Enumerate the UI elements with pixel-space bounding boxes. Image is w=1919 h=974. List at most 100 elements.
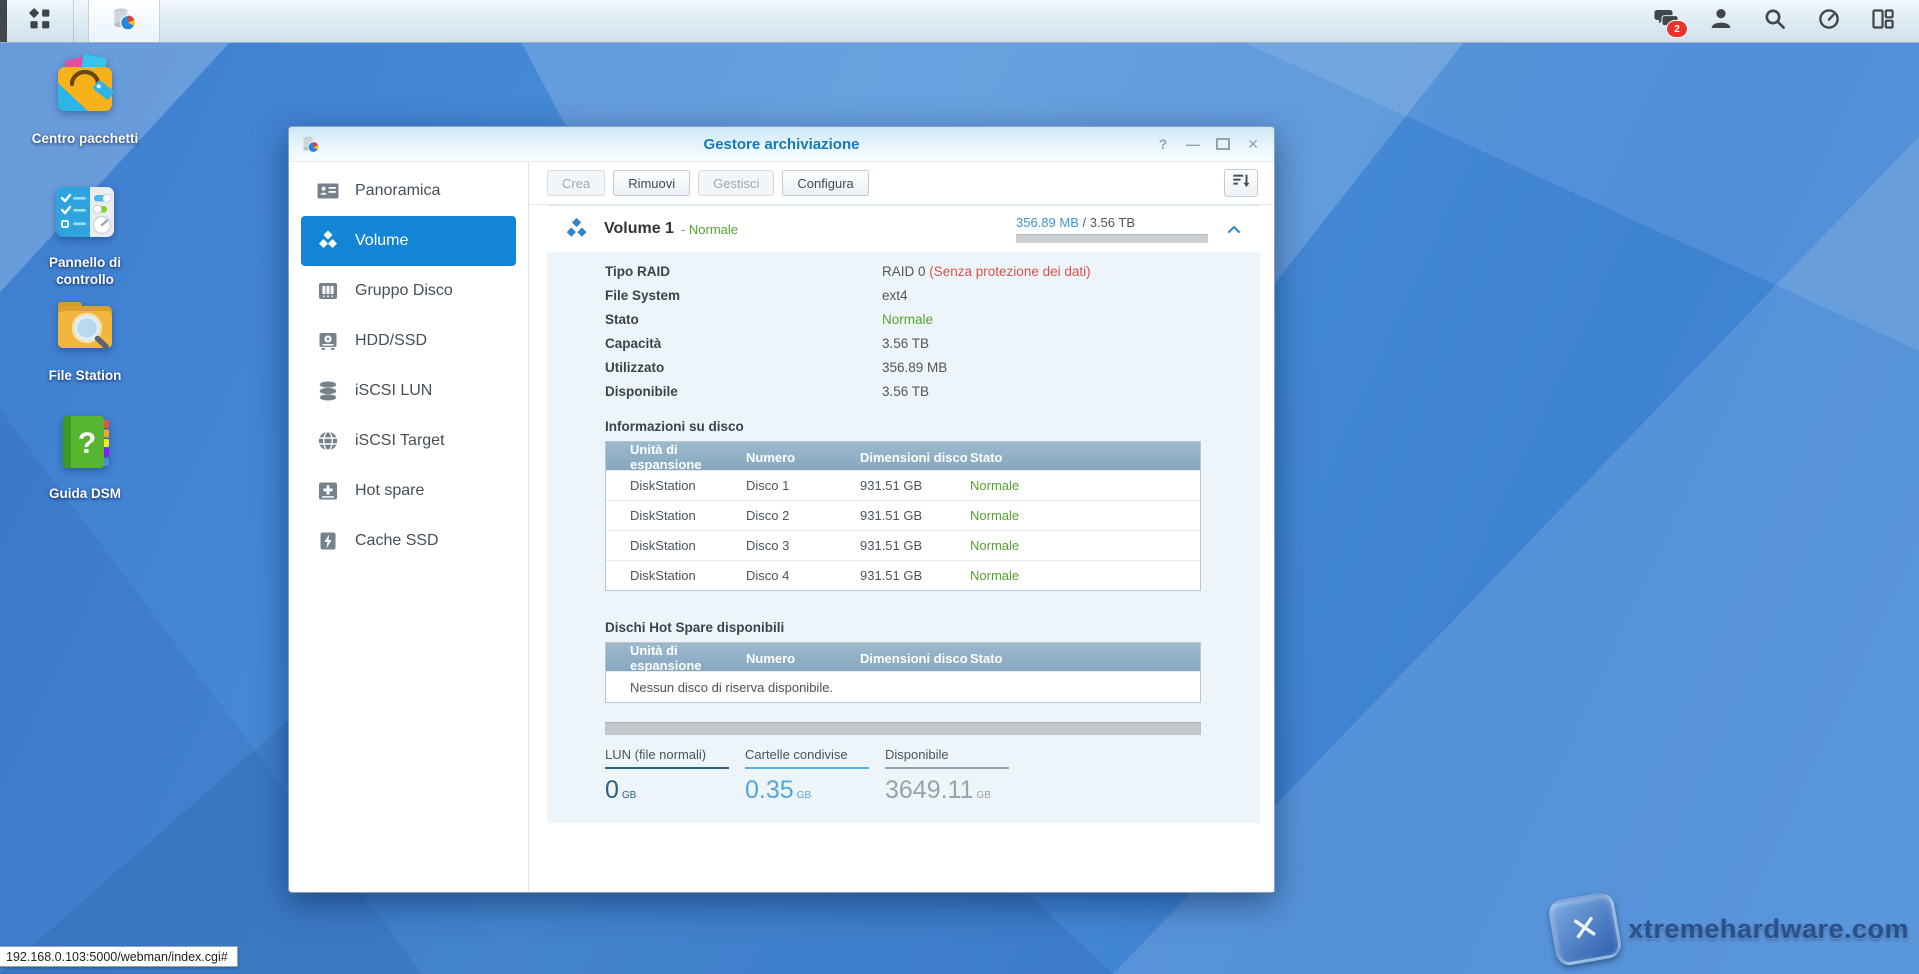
- disk-group-icon: [316, 279, 340, 303]
- stat-lun: LUN (file normali) 0GB: [605, 747, 729, 805]
- stat-shared-folders: Cartelle condivise 0.35GB: [745, 747, 869, 805]
- disk-info-title: Informazioni su disco: [605, 419, 1201, 434]
- empty-row: Nessun disco di riserva disponibile.: [606, 671, 1200, 702]
- remove-button[interactable]: Rimuovi: [613, 170, 690, 196]
- package-center-icon: [50, 53, 120, 123]
- desktop-icon-label: Centro pacchetti: [22, 130, 148, 147]
- detail-value: 3.56 TB: [882, 332, 1201, 356]
- capacity-bar: [605, 722, 1201, 735]
- desktop-icon-label: File Station: [22, 367, 148, 384]
- collapse-all-icon: [1232, 172, 1250, 195]
- detail-label: Disponibile: [605, 380, 882, 404]
- table-row: DiskStation Disco 3 931.51 GB Normale: [606, 530, 1200, 560]
- sidebar-item-label: iSCSI Target: [355, 432, 445, 450]
- sidebar-item-volume[interactable]: Volume: [301, 216, 516, 266]
- detail-label: Stato: [605, 308, 882, 332]
- taskbar-storage-manager-button[interactable]: [88, 0, 160, 42]
- sidebar-item-gruppo-disco[interactable]: Gruppo Disco: [289, 266, 528, 316]
- help-button[interactable]: ?: [1152, 134, 1174, 154]
- create-button[interactable]: Crea: [547, 170, 605, 196]
- table-row: DiskStation Disco 4 931.51 GB Normale: [606, 560, 1200, 590]
- table-row: DiskStation Disco 1 931.51 GB Normale: [606, 470, 1200, 500]
- taskbar-edge: [0, 0, 7, 42]
- user-icon: [1709, 7, 1733, 36]
- desktop-icon-dsm-help[interactable]: ? Guida DSM: [22, 408, 148, 502]
- volume-cubes-icon: [563, 216, 590, 243]
- desktop-icon-control-panel[interactable]: Pannello di controllo: [22, 177, 148, 288]
- window-controls: ? — ✕: [1152, 134, 1264, 154]
- sidebar-item-hdd-ssd[interactable]: HDD/SSD: [289, 316, 528, 366]
- hot-spare-title: Dischi Hot Spare disponibili: [605, 620, 1201, 635]
- volume-header: Volume 1 - Normale 356.89 MB / 3.56 TB: [547, 206, 1260, 252]
- desktop-icon-package-center[interactable]: Centro pacchetti: [22, 53, 148, 147]
- raid-warning: (Senza protezione dei dati): [929, 264, 1090, 279]
- content-area: Volume 1 - Normale 356.89 MB / 3.56 TB: [529, 205, 1274, 892]
- detail-value: ext4: [882, 284, 1201, 308]
- detail-value: 356.89 MB: [882, 356, 1201, 380]
- collapse-all-button[interactable]: [1224, 169, 1258, 197]
- volume-panel: Volume 1 - Normale 356.89 MB / 3.56 TB: [547, 205, 1260, 823]
- hot-spare-table: Unità di espansione Numero Dimensioni di…: [605, 642, 1201, 703]
- window-titlebar[interactable]: Gestore archiviazione ? — ✕: [289, 127, 1274, 162]
- taskbar: 2: [0, 0, 1919, 43]
- collapse-chevron-icon[interactable]: [1226, 223, 1242, 235]
- usage-used: 356.89 MB: [1016, 215, 1079, 230]
- volume-details: Tipo RAID RAID 0 (Senza protezione dei d…: [605, 260, 1201, 404]
- minimize-button[interactable]: —: [1182, 134, 1204, 154]
- detail-label: File System: [605, 284, 882, 308]
- search-button[interactable]: [1761, 7, 1789, 35]
- desktop-icon-label: Guida DSM: [22, 485, 148, 502]
- notifications-button[interactable]: 2: [1653, 7, 1681, 35]
- volume-status: - Normale: [681, 222, 738, 237]
- storage-manager-window: Gestore archiviazione ? — ✕: [288, 126, 1275, 893]
- capacity-stats: LUN (file normali) 0GB Cartelle condivis…: [605, 747, 1201, 805]
- notification-badge: 2: [1666, 20, 1688, 38]
- close-button[interactable]: ✕: [1242, 134, 1264, 154]
- table-header: Unità di espansione Numero Dimensioni di…: [606, 643, 1200, 671]
- sidebar-item-hot-spare[interactable]: Hot spare: [289, 466, 528, 516]
- usage-progressbar: [1016, 234, 1208, 243]
- table-header: Unità di espansione Numero Dimensioni di…: [606, 442, 1200, 470]
- sidebar-item-iscsi-target[interactable]: iSCSI Target: [289, 416, 528, 466]
- user-options-button[interactable]: [1707, 7, 1735, 35]
- detail-label: Utilizzato: [605, 356, 882, 380]
- svg-text:?: ?: [78, 427, 96, 460]
- desktop: 2: [0, 0, 1919, 974]
- detail-label: Capacità: [605, 332, 882, 356]
- desktop-icon-file-station[interactable]: File Station: [22, 290, 148, 384]
- maximize-icon: [1216, 138, 1230, 150]
- detail-value: 3.56 TB: [882, 380, 1201, 404]
- sidebar-item-panoramica[interactable]: Panoramica: [289, 166, 528, 216]
- stat-underline: [605, 767, 729, 769]
- hdd-ssd-icon: [316, 329, 340, 353]
- main-panel: Crea Rimuovi Gestisci Configura: [529, 162, 1274, 892]
- usage-total: 3.56 TB: [1090, 215, 1135, 230]
- status-url: 192.168.0.103:5000/webman/index.cgi#: [0, 946, 238, 967]
- watermark: ✕ xtremehardware.com: [1552, 896, 1909, 962]
- configure-button[interactable]: Configura: [782, 170, 868, 196]
- sidebar-item-label: Panoramica: [355, 182, 440, 200]
- iscsi-lun-icon: [316, 379, 340, 403]
- volume-body: Tipo RAID RAID 0 (Senza protezione dei d…: [547, 252, 1260, 823]
- sidebar: Panoramica Volume: [289, 162, 529, 892]
- storage-manager-icon: [111, 6, 137, 37]
- sidebar-item-iscsi-lun[interactable]: iSCSI LUN: [289, 366, 528, 416]
- main-menu-button[interactable]: [7, 0, 74, 42]
- sidebar-item-cache-ssd[interactable]: Cache SSD: [289, 516, 528, 566]
- widgets-button[interactable]: [1869, 7, 1897, 35]
- maximize-button[interactable]: [1212, 134, 1234, 154]
- cache-ssd-icon: [316, 529, 340, 553]
- iscsi-target-icon: [316, 429, 340, 453]
- volume-usage: 356.89 MB / 3.56 TB: [1016, 215, 1208, 243]
- desktop-icon-label: Pannello di controllo: [22, 254, 148, 288]
- sidebar-item-label: Volume: [355, 232, 408, 250]
- watermark-x-logo-icon: ✕: [1547, 891, 1623, 967]
- stat-underline: [745, 767, 869, 769]
- sidebar-item-label: Cache SSD: [355, 532, 439, 550]
- usage-separator: /: [1079, 215, 1090, 230]
- manage-button[interactable]: Gestisci: [698, 170, 774, 196]
- system-health-button[interactable]: [1815, 7, 1843, 35]
- main-menu-icon: [27, 6, 53, 37]
- table-row: DiskStation Disco 2 931.51 GB Normale: [606, 500, 1200, 530]
- control-panel-icon: [50, 177, 120, 247]
